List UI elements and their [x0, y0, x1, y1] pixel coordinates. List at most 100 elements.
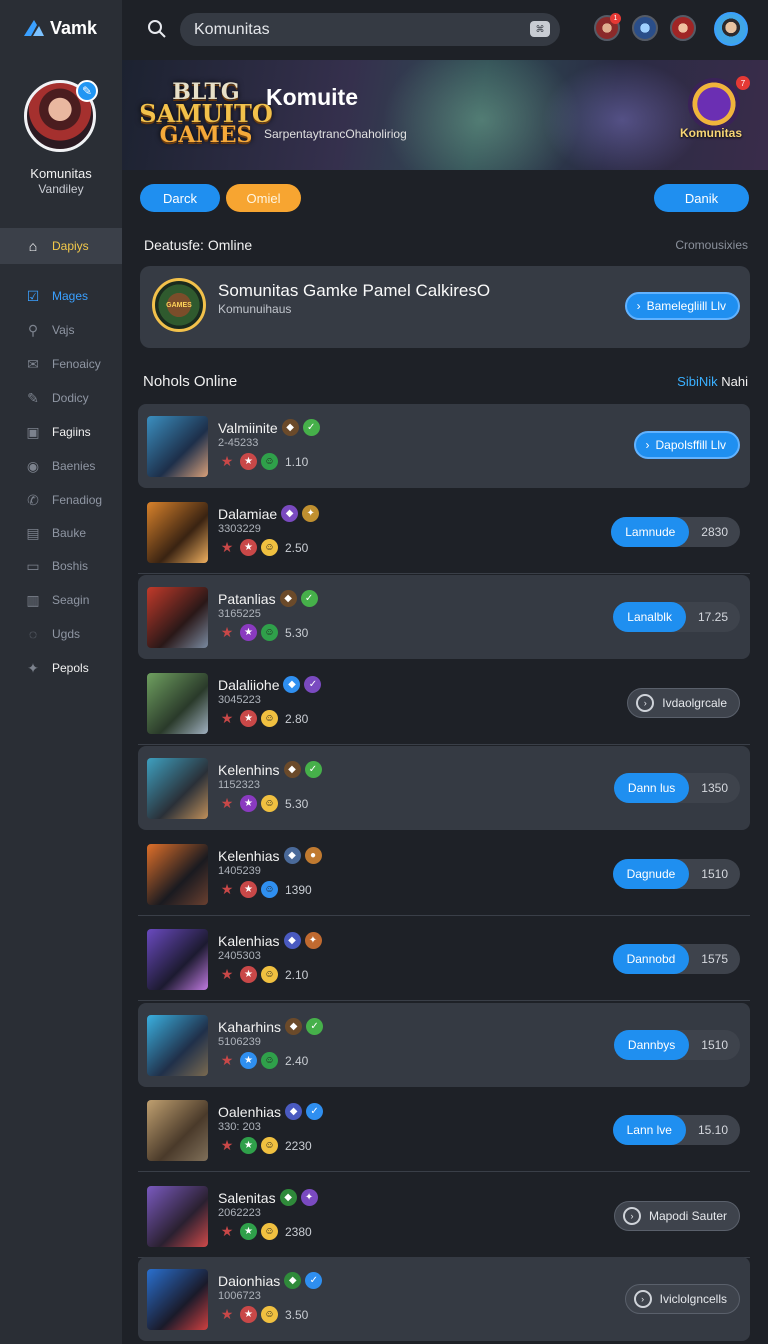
- sidebar-item-label: Fenoaicy: [52, 357, 101, 371]
- verified-badge-icon: ✓: [306, 1103, 324, 1120]
- community-emblem[interactable]: Komunitas 7: [666, 76, 756, 154]
- sidebar-item[interactable]: ✆ Fenadiog: [0, 482, 122, 518]
- sidebar-item[interactable]: ◌ Ugds: [0, 616, 122, 652]
- rating-icon: ★: [240, 966, 257, 983]
- member-row[interactable]: Kelenhins ◆ ✓ 1152323 ★ ★ ☺ 5.30 Dann lus 1350: [138, 746, 750, 830]
- member-action-group: Dann lus 1350: [613, 773, 740, 803]
- user-avatar[interactable]: [714, 12, 748, 46]
- verified-badge-icon: ✓: [304, 676, 322, 693]
- filter-button-right[interactable]: Danik: [654, 184, 749, 212]
- sidebar-item-label: Seagin: [52, 593, 90, 607]
- sidebar-item[interactable]: ✉ Fenoaicy: [0, 346, 122, 382]
- top-bar: Komunitas ⌘ 1: [122, 0, 768, 60]
- friend-avatar[interactable]: [670, 15, 696, 41]
- member-row[interactable]: Salenitas ◆ ✦ 2062223 ★ ★ ☺ 2380 › Mapodi Sauter: [138, 1174, 750, 1258]
- member-action-button[interactable]: Lamnude: [611, 517, 690, 547]
- app-logo[interactable]: Vamk: [22, 16, 97, 40]
- sidebar-item-label: Ugds: [52, 627, 81, 641]
- member-action-group: Lamnude 2830: [611, 517, 740, 547]
- sidebar-item[interactable]: ◉ Baenies: [0, 448, 122, 484]
- member-count: 1510: [701, 1038, 728, 1052]
- member-row[interactable]: Kaharhins ◆ ✓ 5106239 ★ ★ ☺ 2.40 Dannbys 1510: [138, 1003, 750, 1087]
- member-name: Dalaliiohe: [218, 676, 280, 693]
- member-action-group: Lanalblk 17.25: [613, 602, 740, 632]
- verified-badge-icon: ●: [304, 847, 322, 864]
- logo-text: Vamk: [50, 17, 98, 38]
- sidebar-item[interactable]: ▭ Boshis: [0, 548, 122, 584]
- member-action-button[interactable]: › Mapodi Sauter: [613, 1201, 740, 1231]
- search-input[interactable]: Komunitas ⌘: [180, 13, 560, 46]
- member-action-button[interactable]: Lann lve: [612, 1115, 686, 1145]
- friend-avatar[interactable]: [632, 15, 658, 41]
- member-count: 2830: [701, 525, 728, 539]
- member-row[interactable]: Dalaliiohe ◆ ✓ 3045223 ★ ★ ☺ 2.80 › Ivdaolgrcale: [138, 661, 750, 745]
- member-date: 1006723: [218, 1290, 261, 1302]
- sidebar-item[interactable]: ⌂ Dapiys: [0, 228, 122, 264]
- member-row[interactable]: Dalamiae ◆ ✦ 3303229 ★ ★ ☺ 2.50 Lamnude 2830: [138, 490, 750, 574]
- member-name-line: Kelenhias ◆ ●: [218, 847, 322, 864]
- member-name-line: Oalenhias ◆ ✓: [218, 1103, 324, 1120]
- verified-badge-icon: ✦: [302, 505, 320, 522]
- member-score: 3.50: [285, 1307, 309, 1322]
- emblem-text: Komunitas: [679, 126, 742, 140]
- member-score: 2230: [285, 1138, 312, 1153]
- filter-button[interactable]: Darck: [140, 184, 220, 212]
- member-action-button[interactable]: Dagnude: [612, 859, 690, 889]
- verified-badge-icon: ✓: [302, 419, 320, 436]
- sidebar-item[interactable]: ✎ Dodicy: [0, 380, 122, 416]
- section-link[interactable]: SibiNik Nahi: [677, 374, 748, 389]
- filter-button[interactable]: Omiel: [226, 184, 301, 212]
- edit-icon: ✎: [27, 389, 39, 406]
- member-thumbnail: [147, 1269, 208, 1330]
- member-action-button[interactable]: › Ivdaolgrcale: [627, 688, 740, 718]
- member-row[interactable]: Patanlias ◆ ✓ 3165225 ★ ★ ☺ 5.30 Lanalblk 17.25: [138, 575, 750, 659]
- badge-icon: ✦: [27, 659, 39, 676]
- community-banner: BLTG SAMUITO GAMES Komuite Sarpentaytran…: [122, 60, 768, 170]
- verified-badge-icon: ✓: [300, 590, 318, 607]
- member-score: 2.40: [285, 1053, 309, 1068]
- member-row[interactable]: Daionhias ◆ ✓ 1006723 ★ ★ ☺ 3.50 › Iviclolgncells: [138, 1257, 750, 1341]
- member-row[interactable]: Oalenhias ◆ ✓ 330: 203 ★ ★ ☺ 2230 Lann lve 15.10: [138, 1088, 750, 1172]
- emoji-icon: ☺: [261, 539, 278, 556]
- sidebar-item[interactable]: ▤ Bauke: [0, 515, 122, 551]
- member-row[interactable]: Kelenhias ◆ ● 1405239 ★ ★ ☺ 1390 Dagnude 1510: [138, 832, 750, 916]
- profile-name: Komunitas: [30, 166, 92, 181]
- window-icon: ▭: [26, 557, 40, 574]
- member-action-label: Dapolsffill Llv: [655, 438, 726, 452]
- square-icon: ▣: [26, 423, 40, 440]
- featured-action-button[interactable]: › Bamelegliill Llv: [624, 292, 740, 320]
- sidebar-item[interactable]: ▣ Fagiins: [0, 414, 122, 450]
- verified-badge-icon: ✎: [76, 80, 98, 102]
- chevron-right-icon: ›: [636, 299, 641, 313]
- rating-icon: ★: [240, 1223, 257, 1240]
- featured-community-card[interactable]: GAMES Somunitas Gamke Pamel CalkiresO Ko…: [140, 266, 750, 348]
- member-action-button[interactable]: › Iviclolgncells: [624, 1284, 740, 1314]
- member-action-button[interactable]: Dannbys: [613, 1030, 690, 1060]
- star-icon: ★: [220, 710, 234, 726]
- member-action-button[interactable]: Lanalblk: [613, 602, 686, 632]
- member-thumbnail: [147, 844, 208, 905]
- sidebar-item[interactable]: ✦ Pepols: [0, 650, 122, 686]
- emoji-icon: ☺: [261, 710, 278, 727]
- member-meta: ★ ★ ☺ 5.30: [218, 624, 308, 641]
- status-link[interactable]: Cromousixies: [675, 238, 748, 252]
- sidebar-item[interactable]: ☑ Mages: [0, 278, 122, 314]
- member-row[interactable]: Kalenhias ◆ ✦ 2405303 ★ ★ ☺ 2.10 Dannobd 1575: [138, 917, 750, 1001]
- member-row[interactable]: Valmiinite ◆ ✓ 2-45233 ★ ★ ☺ 1.10 › Dapolsffill L…: [138, 404, 750, 488]
- sidebar-item-label: Fagiins: [52, 425, 91, 439]
- star-icon: ★: [220, 881, 234, 897]
- rating-icon: ★: [240, 795, 257, 812]
- sidebar-item[interactable]: ⚲ Vajs: [0, 312, 122, 348]
- logo-mark-icon: [24, 20, 44, 36]
- rating-icon: ★: [240, 453, 257, 470]
- member-thumbnail: [147, 1015, 208, 1076]
- profile-subtitle: Vandiley: [38, 182, 84, 196]
- member-count: 1510: [701, 867, 728, 881]
- search-icon[interactable]: [146, 18, 168, 40]
- member-action-button[interactable]: › Dapolsffill Llv: [633, 431, 740, 459]
- search-value: Komunitas: [194, 20, 270, 38]
- member-name-line: Valmiinite ◆ ✓: [218, 419, 320, 436]
- member-action-button[interactable]: Dannobd: [612, 944, 690, 974]
- member-action-button[interactable]: Dann lus: [613, 773, 690, 803]
- sidebar-item[interactable]: ▥ Seagin: [0, 582, 122, 618]
